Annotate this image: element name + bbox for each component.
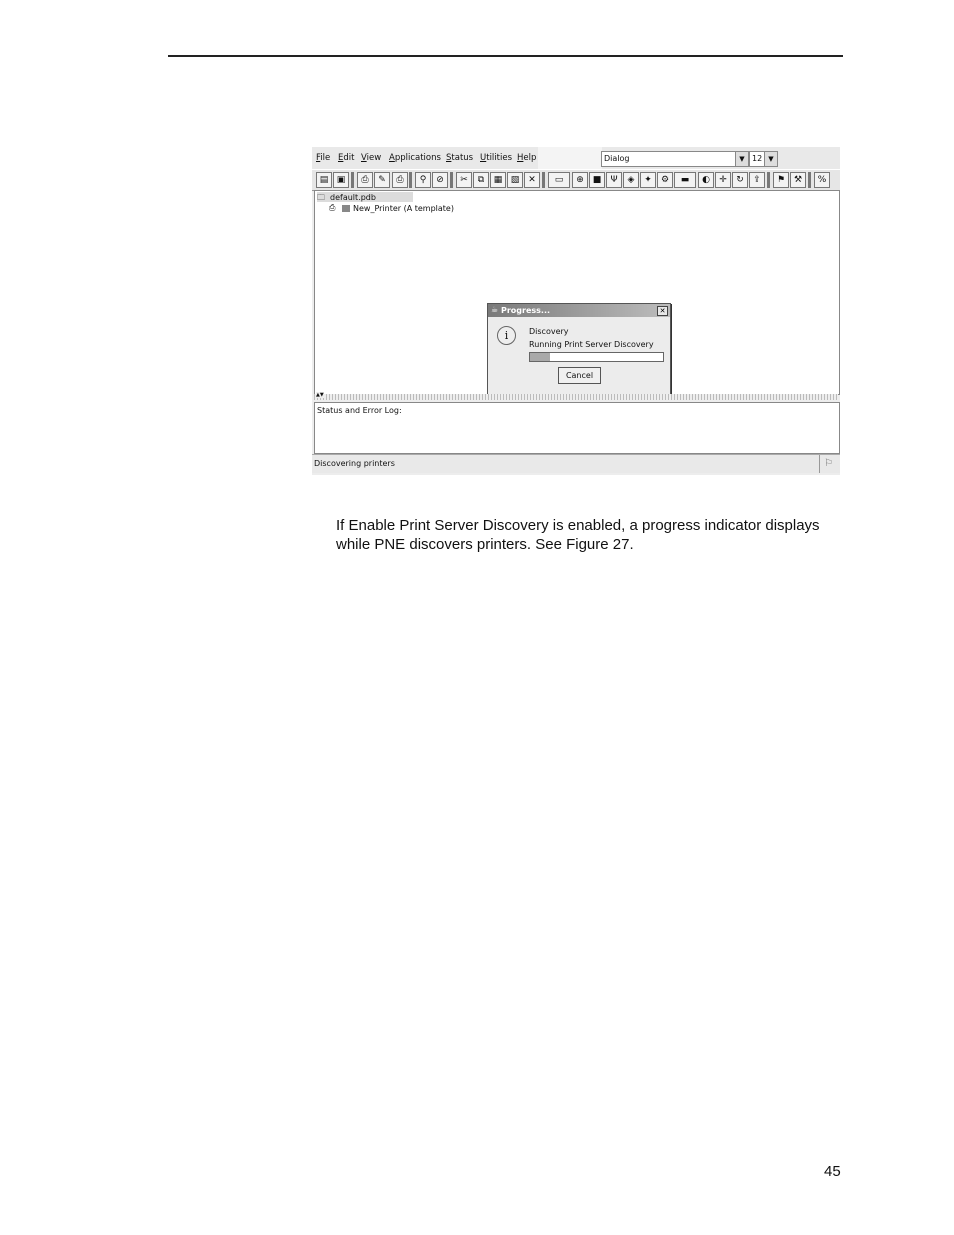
printer-find-icon[interactable]: ⎙ — [392, 172, 408, 188]
toolbar: ▤ ▣ ⎙ ✎ ⎙ ⚲ ⊘ ✂ ⧉ ▦ ▧ ✕ ▭ ⊕ ■ Ψ ◈ ✦ ⚙ ▬ … — [312, 169, 840, 191]
tree-root-label: default.pdb — [330, 193, 376, 202]
printer-status-box — [342, 205, 350, 212]
refresh-icon[interactable]: ↻ — [732, 172, 748, 188]
progress-dialog: ☕ Progress... ✕ i Discovery Running Prin… — [487, 303, 671, 395]
config-icon[interactable]: ◈ — [623, 172, 639, 188]
screen-icon[interactable]: ◐ — [698, 172, 714, 188]
log-label: Status and Error Log: — [317, 406, 402, 415]
expand-icon[interactable]: ✛ — [715, 172, 731, 188]
folder-icon: 🗀 — [317, 193, 325, 202]
menu-edit[interactable]: Edit — [338, 153, 354, 163]
menu-bar: File Edit View Applications Status Utili… — [312, 147, 840, 169]
menu-spacer — [538, 147, 602, 169]
toolbar-separator — [542, 172, 545, 188]
settings-icon[interactable]: ✦ — [640, 172, 656, 188]
percent-icon[interactable]: % — [814, 172, 830, 188]
stop-icon[interactable]: ⊘ — [432, 172, 448, 188]
status-divider — [819, 455, 820, 473]
page-number: 45 — [824, 1163, 841, 1180]
toolbar-separator — [767, 172, 770, 188]
menu-applications[interactable]: Applications — [389, 153, 441, 163]
dialog-titlebar[interactable]: ☕ Progress... ✕ — [488, 304, 670, 317]
paste-icon[interactable]: ▦ — [490, 172, 506, 188]
caption-line-1: If Enable Print Server Discovery is enab… — [336, 517, 820, 534]
keyboard-icon[interactable]: ▭ — [548, 172, 570, 188]
progress-bar — [529, 352, 664, 362]
lock-icon[interactable]: ■ — [589, 172, 605, 188]
status-flag-icon: ⚐ — [824, 458, 833, 469]
menu-utilities[interactable]: Utilities — [480, 153, 512, 163]
toolbar-separator — [808, 172, 811, 188]
delete-icon[interactable]: ✕ — [524, 172, 540, 188]
progress-bar-fill — [530, 353, 550, 361]
font-size-select[interactable]: 12 — [749, 151, 765, 167]
paste-special-icon[interactable]: ▧ — [507, 172, 523, 188]
cut-icon[interactable]: ✂ — [456, 172, 472, 188]
close-icon[interactable]: ✕ — [657, 306, 668, 316]
menu-file[interactable]: File — [316, 153, 330, 163]
toolbar-separator — [351, 172, 354, 188]
flag-icon[interactable]: ⚑ — [773, 172, 789, 188]
font-select-value: Dialog — [604, 154, 630, 163]
open-icon[interactable]: ▤ — [316, 172, 332, 188]
antenna-icon[interactable]: Ψ — [606, 172, 622, 188]
printer-edit-icon[interactable]: ✎ — [374, 172, 390, 188]
toolbar-separator — [450, 172, 453, 188]
pane-splitter[interactable]: ▲▼ — [314, 392, 838, 400]
dialog-message: Running Print Server Discovery — [529, 340, 654, 349]
tree-root-default-pdb[interactable]: 🗀 default.pdb — [317, 192, 413, 202]
menu-help[interactable]: Help — [517, 153, 536, 163]
splitter-arrows-icon[interactable]: ▲▼ — [316, 392, 324, 398]
status-text: Discovering printers — [314, 459, 395, 468]
menu-view[interactable]: View — [361, 153, 381, 163]
font-size-value: 12 — [752, 154, 763, 163]
tape-icon[interactable]: ▬ — [674, 172, 696, 188]
gear-icon[interactable]: ⚙ — [657, 172, 673, 188]
cancel-button[interactable]: Cancel — [558, 367, 601, 384]
app-screenshot: File Edit View Applications Status Utili… — [312, 147, 840, 475]
caption-line-2: while PNE discovers printers. See Figure… — [336, 536, 634, 553]
upgrade-icon[interactable]: ⇪ — [749, 172, 765, 188]
printer-add-icon[interactable]: ⎙ — [357, 172, 373, 188]
info-icon: i — [497, 326, 516, 345]
status-error-log: Status and Error Log: — [314, 402, 840, 454]
toolbar-separator — [409, 172, 412, 188]
status-bar: Discovering printers ⚐ — [312, 454, 840, 473]
search-icon[interactable]: ⚲ — [415, 172, 431, 188]
font-select[interactable]: Dialog — [601, 151, 737, 167]
font-dropdown-arrow-icon[interactable]: ▼ — [735, 151, 749, 167]
printer-tree: 🗀 default.pdb ⎙ New_Printer (A template)… — [314, 190, 840, 395]
copy-icon[interactable]: ⧉ — [473, 172, 489, 188]
header-rule — [168, 55, 843, 57]
dialog-title: Progress... — [501, 306, 551, 315]
save-icon[interactable]: ▣ — [333, 172, 349, 188]
pin-icon[interactable]: ⚒ — [790, 172, 806, 188]
dialog-heading: Discovery — [529, 327, 569, 336]
body-paragraph: If Enable Print Server Discovery is enab… — [336, 516, 846, 554]
size-dropdown-arrow-icon[interactable]: ▼ — [764, 151, 778, 167]
tree-item-new-printer[interactable]: New_Printer (A template) — [353, 204, 454, 213]
java-cup-icon: ☕ — [491, 305, 499, 314]
menu-status[interactable]: Status — [446, 153, 473, 163]
printer-group-icon: ⎙ — [329, 203, 336, 212]
network-icon[interactable]: ⊕ — [572, 172, 588, 188]
